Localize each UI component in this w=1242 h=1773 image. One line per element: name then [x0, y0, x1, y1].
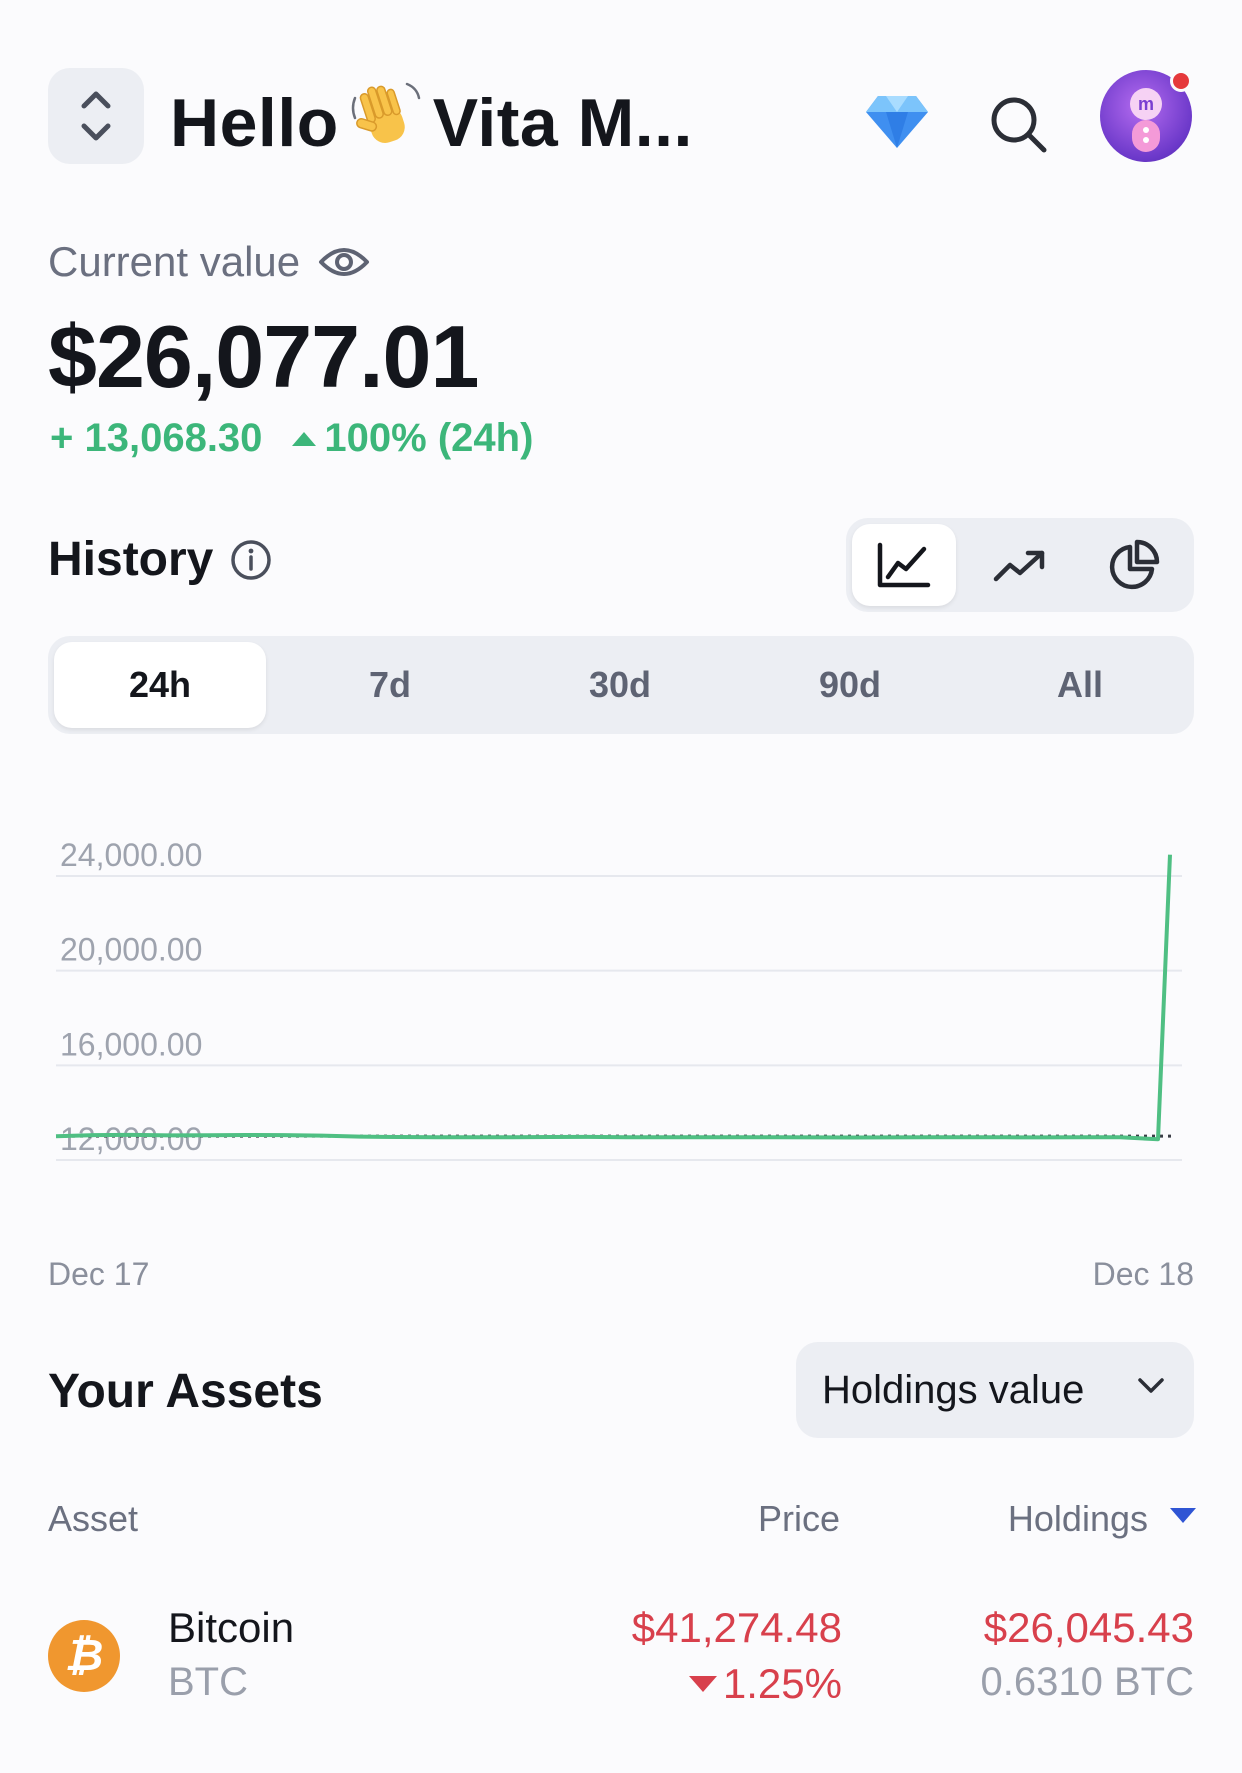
- tab-24h[interactable]: 24h: [54, 642, 266, 728]
- triangle-down-icon: [688, 1676, 717, 1692]
- greeting: Hello Vita M...: [170, 78, 693, 163]
- account-switcher-button[interactable]: [48, 68, 144, 164]
- chart-type-toggle: [846, 518, 1194, 612]
- value-change-absolute: + 13,068.30: [50, 416, 263, 460]
- current-value-label: Current value: [48, 238, 301, 285]
- line-chart-button[interactable]: [852, 524, 956, 606]
- trend-chart-button[interactable]: [968, 524, 1072, 606]
- tab-30d[interactable]: 30d: [514, 642, 726, 728]
- diamond-icon[interactable]: [864, 92, 930, 150]
- column-header-holdings[interactable]: Holdings: [1008, 1498, 1148, 1540]
- greeting-hello: Hello: [170, 85, 339, 161]
- history-line-chart[interactable]: 24,000.00 20,000.00 16,000.00 12,000.00: [48, 820, 1194, 1220]
- tab-all[interactable]: All: [974, 642, 1186, 728]
- triangle-up-icon: [292, 431, 317, 446]
- asset-price-change: 1.25%: [688, 1660, 842, 1708]
- eye-icon[interactable]: [318, 242, 370, 282]
- column-header-asset[interactable]: Asset: [48, 1498, 138, 1540]
- asset-holding-value: $26,045.43: [983, 1604, 1194, 1651]
- value-change-percent: 100% (24h): [324, 416, 534, 460]
- header: Hello Vita M... m: [48, 68, 1194, 164]
- asset-name: Bitcoin: [168, 1604, 295, 1651]
- bitcoin-icon: ₿: [48, 1620, 120, 1692]
- notification-dot: [1170, 70, 1192, 92]
- pie-chart-button[interactable]: [1082, 524, 1186, 606]
- info-icon[interactable]: [229, 538, 273, 582]
- holdings-sort-label: Holdings value: [822, 1367, 1085, 1412]
- history-heading: History: [48, 532, 273, 587]
- history-title: History: [48, 533, 214, 586]
- series-line: [55, 854, 1172, 1142]
- column-header-price[interactable]: Price: [758, 1498, 840, 1540]
- holdings-sort-dropdown[interactable]: Holdings value: [796, 1342, 1194, 1438]
- search-icon[interactable]: [986, 92, 1050, 156]
- value-change: + 13,068.30 100% (24h): [50, 416, 533, 461]
- asset-symbol: BTC: [168, 1660, 248, 1704]
- chevron-down-icon: [1138, 1378, 1164, 1393]
- trend-up-icon: [993, 550, 1045, 582]
- x-axis-start-label: Dec 17: [48, 1256, 150, 1292]
- y-tick-label: 24,000.00: [60, 837, 202, 873]
- chevron-up-down-icon: [81, 91, 111, 141]
- tab-7d[interactable]: 7d: [284, 642, 496, 728]
- waving-hand-icon: [351, 82, 420, 143]
- time-range-tabs: 24h 7d 30d 90d All: [48, 636, 1194, 734]
- x-axis-end-label: Dec 18: [1092, 1256, 1194, 1292]
- y-tick-label: 20,000.00: [60, 932, 202, 968]
- line-chart-icon: [877, 542, 931, 588]
- svg-text:m: m: [1138, 94, 1154, 114]
- assets-title: Your Assets: [48, 1365, 323, 1418]
- value-change-percent-wrap: 100% (24h): [292, 416, 533, 461]
- pie-chart-icon: [1109, 539, 1160, 590]
- asset-holding-quantity: 0.6310 BTC: [980, 1660, 1194, 1704]
- current-value: $26,077.01: [48, 307, 479, 406]
- user-name: Vita M...: [432, 85, 693, 161]
- y-tick-label: 12,000.00: [60, 1121, 202, 1157]
- asset-price-change-value: 1.25%: [722, 1660, 842, 1707]
- tab-90d[interactable]: 90d: [744, 642, 956, 728]
- asset-price: $41,274.48: [631, 1604, 842, 1651]
- current-value-label-row: Current value: [48, 238, 370, 286]
- y-tick-label: 16,000.00: [60, 1026, 202, 1062]
- sort-descending-icon[interactable]: [1170, 1508, 1196, 1523]
- avatar[interactable]: m: [1100, 70, 1192, 162]
